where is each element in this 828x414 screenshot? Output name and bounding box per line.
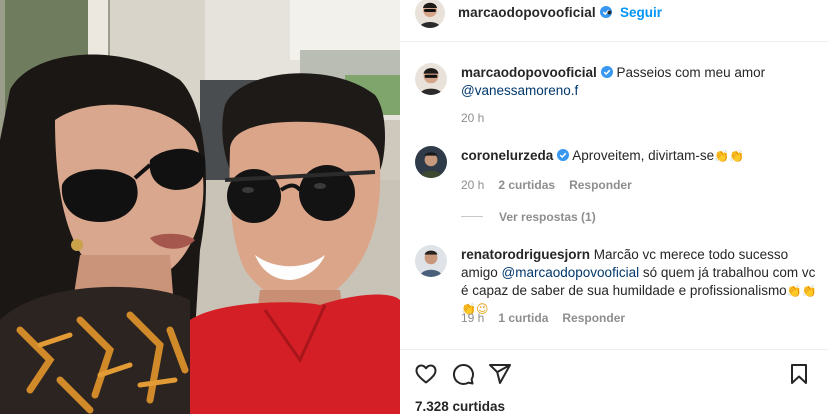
likes-count[interactable]: 7.328 curtidas [415, 399, 505, 414]
caption: marcaodopovooficial Passeios com meu amo… [461, 64, 821, 100]
verified-badge-icon [557, 149, 570, 161]
comment: renatorodriguesjorn Marcão vc merece tod… [461, 246, 821, 318]
verified-badge-icon [600, 66, 613, 78]
reply-button[interactable]: Responder [562, 311, 625, 325]
comment-mention[interactable]: @marcaodopovooficial [502, 265, 640, 280]
comment-time[interactable]: 20 h [461, 178, 484, 192]
comment-username[interactable]: coronelurzeda [461, 148, 553, 163]
author-username[interactable]: marcaodopovooficial [458, 5, 612, 20]
heart-icon[interactable] [414, 362, 438, 386]
caption-mention[interactable]: @vanessamoreno.f [461, 83, 578, 98]
view-replies[interactable]: Ver respostas (1) [461, 210, 596, 224]
comment: coronelurzeda Aproveitem, divirtam-se👏👏 [461, 147, 821, 165]
comment-meta: 20 h 2 curtidas Responder [461, 178, 646, 192]
comment-icon[interactable] [451, 362, 475, 386]
comment-likes[interactable]: 1 curtida [498, 311, 548, 325]
follow-button[interactable]: Seguir [620, 5, 662, 20]
caption-meta: 20 h [461, 111, 498, 125]
comment-avatar[interactable] [415, 245, 447, 277]
actions-divider [400, 349, 828, 350]
author-avatar[interactable] [415, 0, 445, 28]
comment-text: Aproveitem, divirtam-se [572, 148, 715, 163]
caption-text: Passeios com meu amor [616, 65, 766, 80]
post-photo[interactable] [0, 0, 400, 414]
post-sidebar: marcaodopovooficial • Seguir marcaodopov… [400, 0, 828, 414]
caption-avatar[interactable] [415, 63, 447, 95]
comment-username[interactable]: renatorodriguesjorn [461, 247, 590, 262]
send-icon[interactable] [488, 362, 512, 386]
comment-likes[interactable]: 2 curtidas [498, 178, 555, 192]
separator-dot: • [607, 4, 612, 20]
comment-avatar[interactable] [415, 146, 447, 178]
header-divider [400, 41, 828, 42]
reply-button[interactable]: Responder [569, 178, 632, 192]
comment-meta: 19 h 1 curtida Responder [461, 311, 639, 325]
replies-line [461, 216, 483, 217]
caption-username[interactable]: marcaodopovooficial [461, 65, 597, 80]
bookmark-icon[interactable] [787, 362, 811, 386]
caption-time[interactable]: 20 h [461, 111, 484, 125]
clapping-emoji: 👏👏 [714, 149, 744, 163]
comment-time[interactable]: 19 h [461, 311, 484, 325]
selfie-image [0, 0, 400, 414]
view-replies-label: Ver respostas (1) [499, 210, 596, 224]
